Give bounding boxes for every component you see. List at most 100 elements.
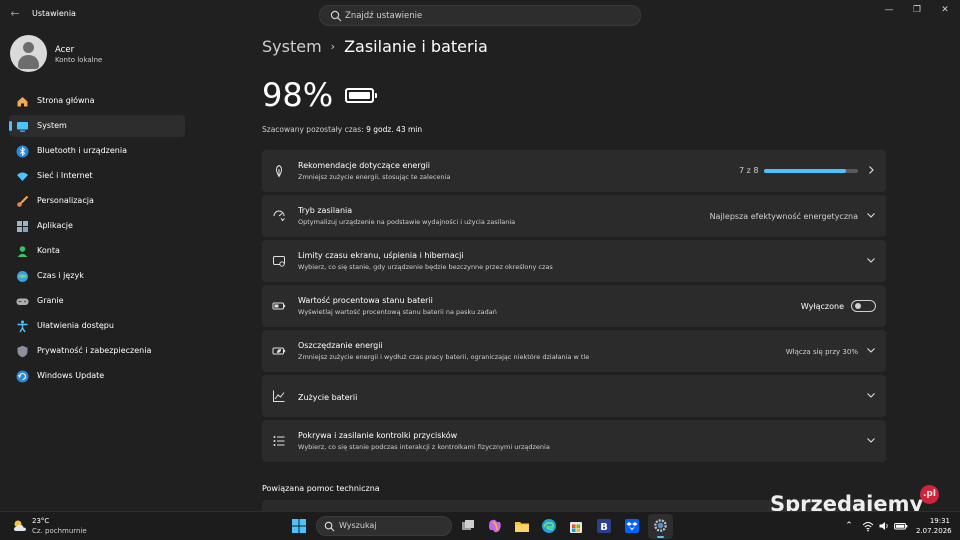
card-title: Zużycie baterii bbox=[298, 393, 358, 402]
watermark-suffix: .pl bbox=[920, 485, 939, 504]
sidebar-item-label: System bbox=[37, 121, 67, 130]
taskbar-clock[interactable]: 19:31 2.07.2026 bbox=[916, 516, 952, 536]
screen-sleep-icon bbox=[273, 256, 285, 267]
clock-date: 2.07.2026 bbox=[916, 527, 952, 535]
chevron-down-icon bbox=[867, 213, 875, 218]
sidebar-item-label: Czas i język bbox=[37, 271, 84, 280]
sidebar-item-network[interactable]: Sieć i Internet bbox=[9, 165, 185, 187]
close-button[interactable]: ✕ bbox=[936, 3, 954, 17]
weather-description: Cz. pochmurnie bbox=[32, 527, 87, 535]
breadcrumb-separator: › bbox=[330, 40, 336, 53]
battery-percent-icon bbox=[272, 302, 286, 310]
title-bar: ← Ustawienia — ❐ ✕ bbox=[0, 0, 960, 30]
card-subtitle: Optymalizuj urządzenie na podstawie wyda… bbox=[298, 218, 516, 226]
power-mode-dropdown-value[interactable]: Najlepsza efektywność energetyczna bbox=[710, 212, 858, 221]
page-title: Zasilanie i bateria bbox=[344, 37, 488, 56]
card-lid-power-buttons[interactable]: Pokrywa i zasilanie kontrolki przycisków… bbox=[262, 420, 886, 462]
card-subtitle: Wyświetlaj wartość procentową stanu bate… bbox=[298, 308, 497, 316]
recommendations-progress-bar bbox=[764, 169, 858, 173]
file-explorer-icon[interactable] bbox=[514, 518, 530, 534]
sidebar-item-home[interactable]: Strona główna bbox=[9, 90, 185, 112]
remaining-time-label: Szacowany pozostały czas: bbox=[262, 125, 364, 134]
clock-time: 19:31 bbox=[929, 517, 950, 525]
gamepad-icon bbox=[16, 298, 29, 305]
user-profile[interactable]: Acer Konto lokalne bbox=[10, 35, 190, 75]
card-title: Limity czasu ekranu, uśpienia i hibernac… bbox=[298, 251, 464, 260]
bluetooth-icon bbox=[16, 145, 29, 158]
app-b-icon[interactable]: B bbox=[596, 518, 612, 534]
sidebar-item-accounts[interactable]: Konta bbox=[9, 240, 185, 262]
sidebar-item-bluetooth[interactable]: Bluetooth i urządzenia bbox=[9, 140, 185, 162]
svg-text:B: B bbox=[600, 522, 608, 533]
app-title: Ustawienia bbox=[32, 9, 76, 18]
settings-search-input[interactable] bbox=[345, 8, 625, 23]
wifi-icon[interactable] bbox=[862, 520, 874, 532]
sidebar-item-label: Strona główna bbox=[37, 96, 95, 105]
card-title: Rekomendacje dotyczące energii bbox=[298, 161, 431, 170]
chevron-down-icon bbox=[867, 348, 875, 353]
sidebar-item-label: Konta bbox=[37, 246, 60, 255]
chevron-down-icon bbox=[867, 393, 875, 398]
card-subtitle: Wybierz, co się stanie, gdy urządzenie b… bbox=[298, 263, 553, 271]
sidebar-item-label: Bluetooth i urządzenia bbox=[37, 146, 127, 155]
taskbar-search[interactable]: Wyszukaj bbox=[316, 516, 452, 536]
search-icon bbox=[324, 521, 335, 532]
store-icon[interactable] bbox=[568, 518, 584, 534]
remaining-time-value: 9 godz. 43 min bbox=[366, 125, 423, 134]
copilot-icon[interactable] bbox=[487, 518, 503, 534]
sidebar-item-accessibility[interactable]: Ułatwienia dostępu bbox=[9, 315, 185, 337]
task-view-icon[interactable] bbox=[460, 518, 476, 534]
battery-percentage: 98% bbox=[262, 76, 334, 114]
battery-tray-icon[interactable] bbox=[894, 520, 908, 532]
settings-search-box[interactable] bbox=[319, 5, 641, 26]
sidebar-item-label: Aplikacje bbox=[37, 221, 73, 230]
back-arrow-icon[interactable]: ← bbox=[8, 7, 22, 21]
sidebar-item-gaming[interactable]: Granie bbox=[9, 290, 185, 312]
recommendations-count: 7 z 8 bbox=[739, 166, 759, 175]
minimize-button[interactable]: — bbox=[880, 3, 898, 17]
sidebar-item-privacy[interactable]: Prywatność i zabezpieczenia bbox=[9, 340, 185, 362]
sidebar-item-label: Windows Update bbox=[37, 371, 105, 380]
chevron-up-icon[interactable]: ⌃ bbox=[843, 520, 855, 532]
partly-cloudy-icon bbox=[14, 520, 26, 531]
sidebar-item-apps[interactable]: Aplikacje bbox=[9, 215, 185, 237]
weather-temperature: 23°C bbox=[32, 517, 50, 525]
sidebar-nav: Strona główna System Bluetooth i urządze… bbox=[9, 90, 185, 390]
accessibility-icon bbox=[17, 320, 28, 333]
related-support-heading: Powiązana pomoc techniczna bbox=[262, 484, 380, 493]
update-icon bbox=[16, 370, 29, 383]
chevron-down-icon bbox=[867, 438, 875, 443]
battery-percentage-toggle[interactable] bbox=[851, 300, 876, 312]
sidebar-item-personalization[interactable]: Personalizacja bbox=[9, 190, 185, 212]
sidebar-item-windows-update[interactable]: Windows Update bbox=[9, 365, 185, 387]
dropbox-icon[interactable] bbox=[624, 518, 640, 534]
account-type: Konto lokalne bbox=[55, 56, 103, 64]
card-title: Wartość procentowa stanu baterii bbox=[298, 296, 433, 305]
toggle-state-label: Wyłączone bbox=[800, 302, 844, 311]
chart-line-icon bbox=[273, 390, 285, 402]
card-power-mode[interactable]: Tryb zasilania Optymalizuj urządzenie na… bbox=[262, 195, 886, 237]
breadcrumb-parent[interactable]: System bbox=[262, 37, 322, 56]
card-subtitle: Zmniejsz zużycie energii i wydłuż czas p… bbox=[298, 353, 590, 361]
sidebar-item-label: Ułatwienia dostępu bbox=[37, 321, 114, 330]
settings-gear-icon bbox=[654, 519, 667, 532]
maximize-button[interactable]: ❐ bbox=[908, 3, 926, 17]
sidebar-item-time-language[interactable]: Czas i język bbox=[9, 265, 185, 287]
sidebar-item-system[interactable]: System bbox=[9, 115, 185, 137]
user-name: Acer bbox=[55, 45, 75, 55]
sidebar-item-label: Sieć i Internet bbox=[37, 171, 93, 180]
card-energy-recommendations[interactable]: Rekomendacje dotyczące energii Zmniejsz … bbox=[262, 150, 886, 192]
card-screen-sleep-timeouts[interactable]: Limity czasu ekranu, uśpienia i hibernac… bbox=[262, 240, 886, 282]
sidebar-item-label: Granie bbox=[37, 296, 64, 305]
brush-icon bbox=[17, 195, 29, 207]
card-battery-usage[interactable]: Zużycie baterii bbox=[262, 375, 886, 417]
remaining-time: Szacowany pozostały czas: 9 godz. 43 min bbox=[262, 125, 422, 134]
chevron-down-icon bbox=[867, 258, 875, 263]
volume-icon[interactable] bbox=[878, 520, 890, 532]
card-energy-saver[interactable]: Oszczędzanie energii Zmniejsz zużycie en… bbox=[262, 330, 886, 372]
taskbar-settings-app[interactable] bbox=[648, 514, 673, 539]
globe-clock-icon bbox=[17, 271, 28, 282]
windows-start-icon[interactable] bbox=[291, 518, 307, 534]
edge-browser-icon[interactable] bbox=[541, 518, 557, 534]
card-subtitle: Zmniejsz zużycie energii, stosując te za… bbox=[298, 173, 451, 181]
